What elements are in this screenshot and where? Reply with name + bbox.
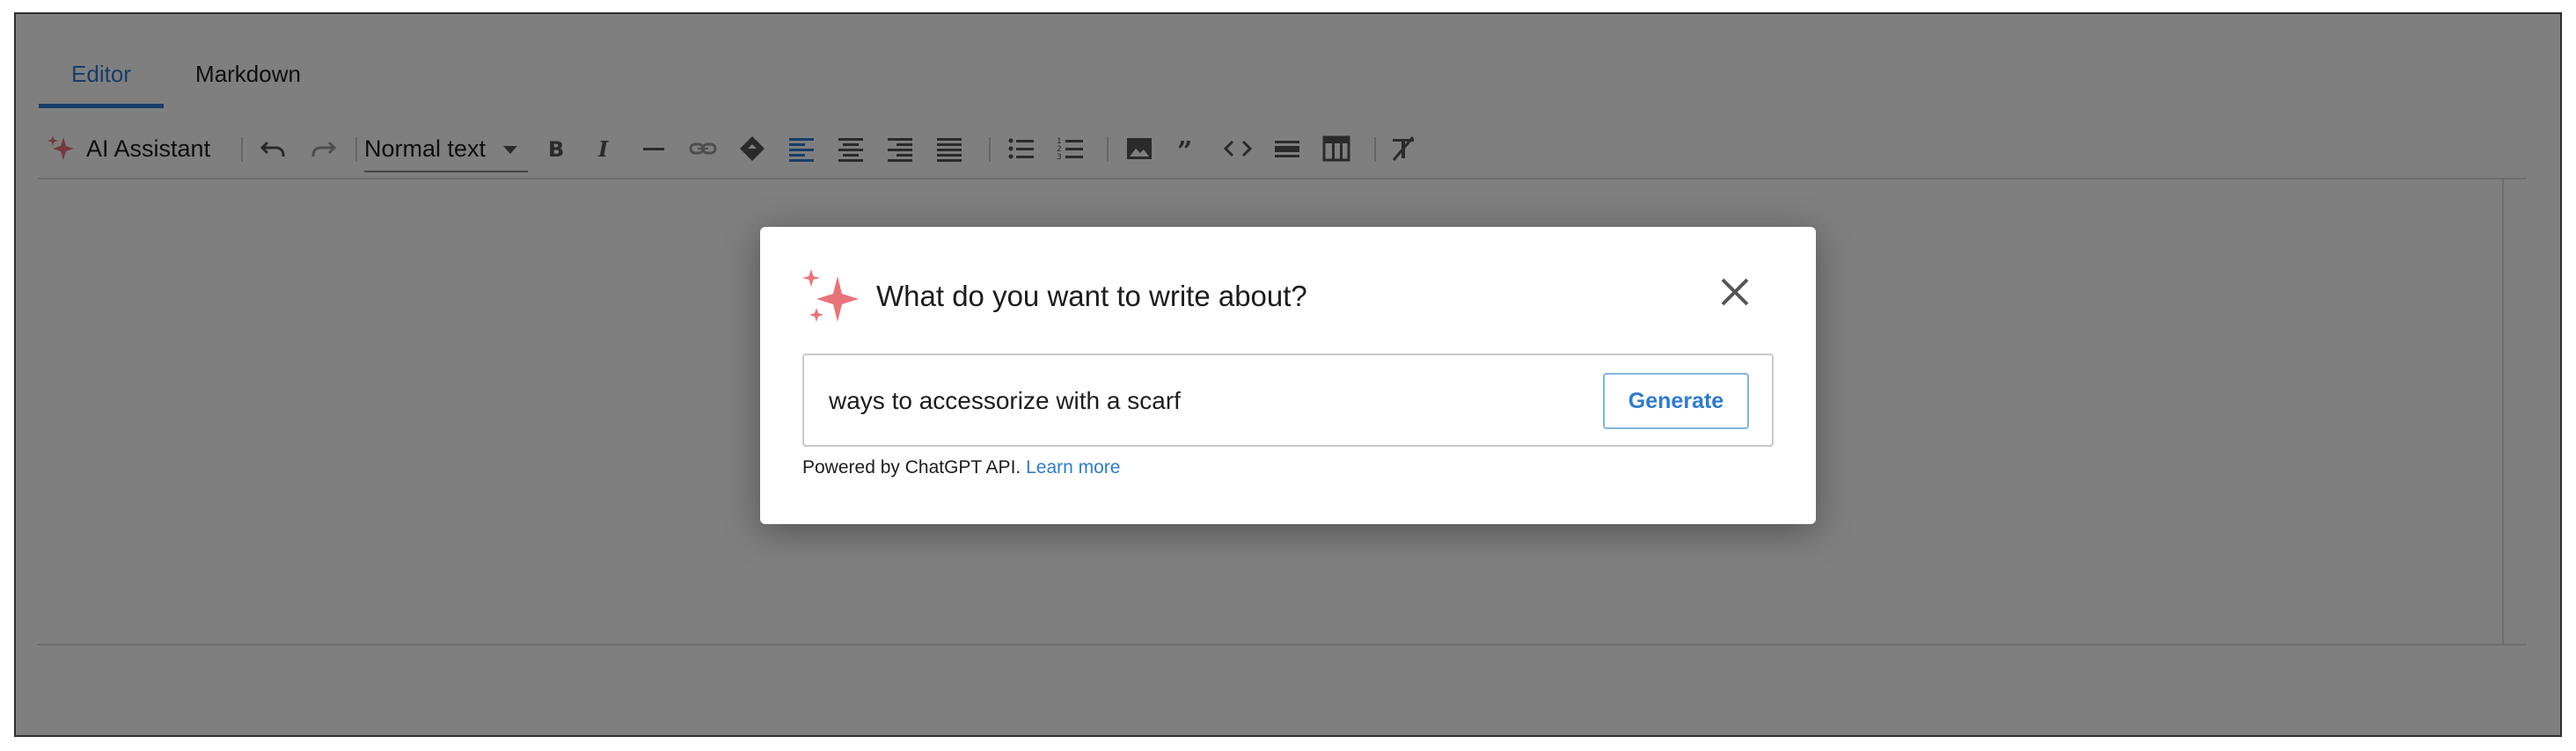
prompt-box: Generate xyxy=(802,354,1774,447)
powered-by-text: Powered by ChatGPT API. xyxy=(802,457,1021,478)
prompt-input[interactable] xyxy=(827,380,1570,422)
dialog-title: What do you want to write about? xyxy=(876,280,1307,312)
close-icon xyxy=(1721,278,1749,306)
sparkle-icon xyxy=(802,269,859,322)
learn-more-link[interactable]: Learn more xyxy=(1026,457,1120,478)
close-button[interactable] xyxy=(1717,274,1753,310)
powered-by-note: Powered by ChatGPT API. Learn more xyxy=(802,457,1120,478)
ai-prompt-dialog: What do you want to write about? Generat… xyxy=(760,227,1816,524)
generate-button[interactable]: Generate xyxy=(1603,373,1749,429)
